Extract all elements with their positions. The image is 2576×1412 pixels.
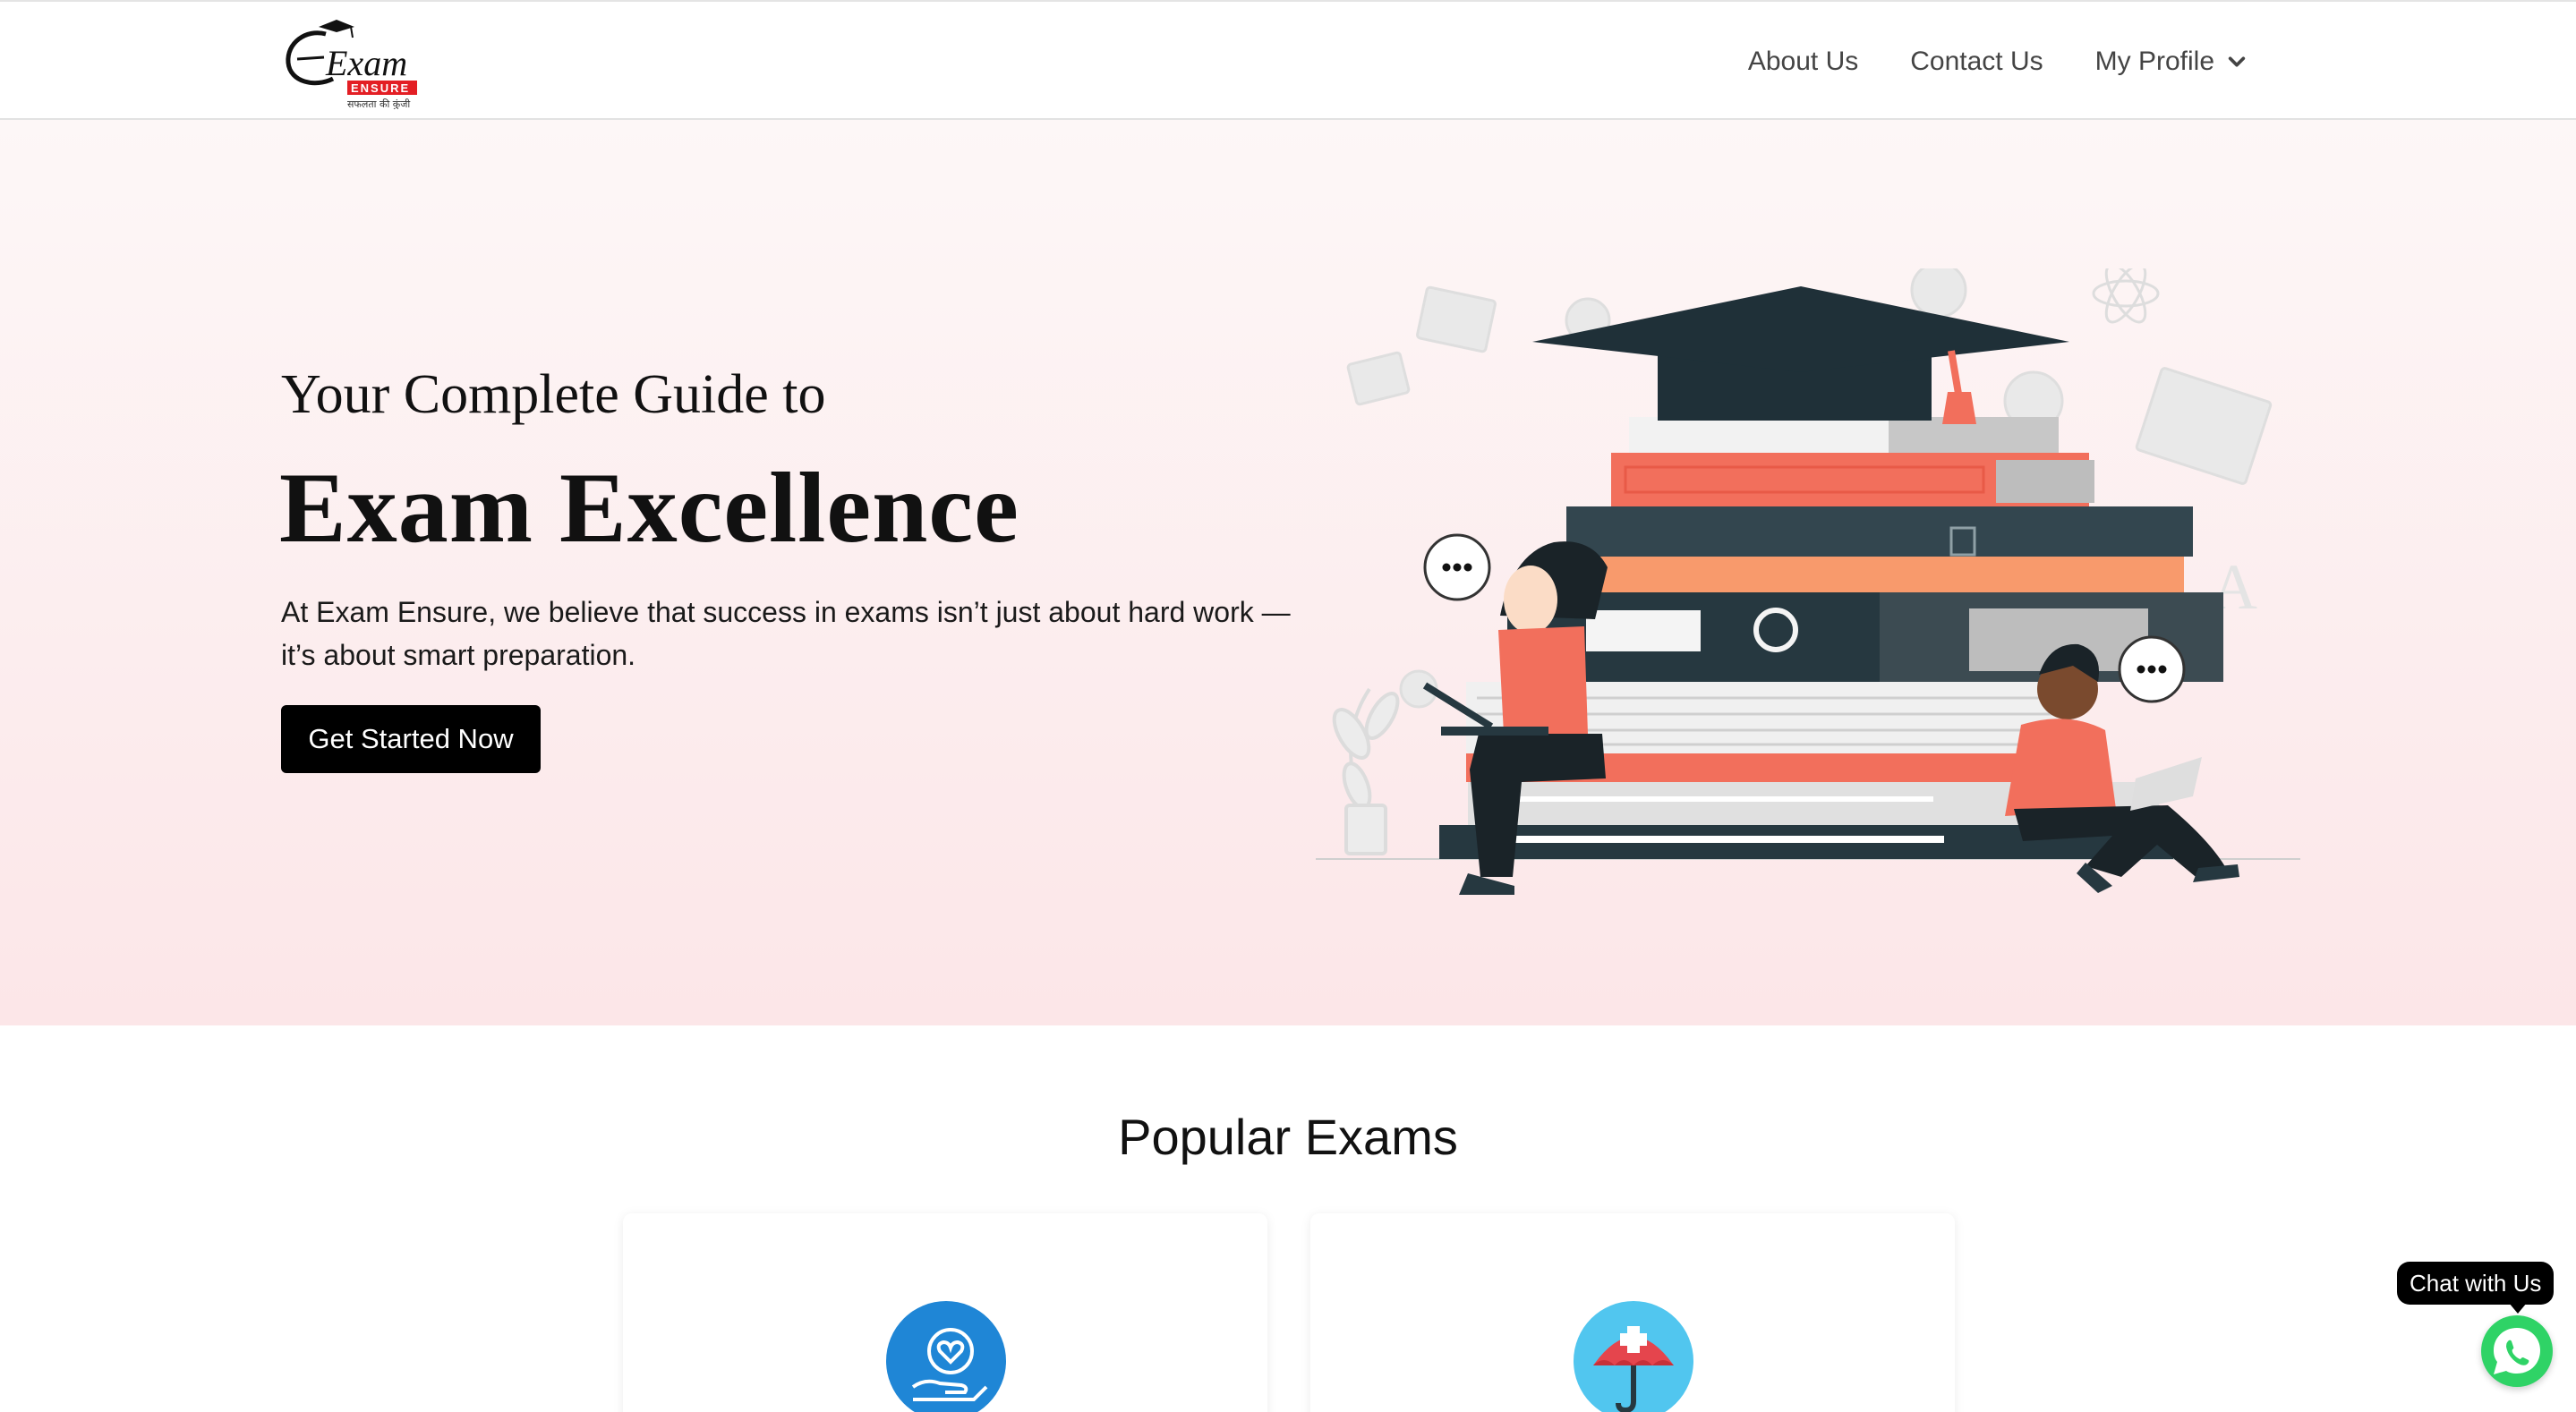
hero-title: Exam Excellence (279, 453, 1019, 564)
svg-text:Exam: Exam (325, 43, 407, 83)
hero-section: Your Complete Guide to Exam Excellence A… (0, 120, 2576, 1025)
nav-contact-us[interactable]: Contact Us (1910, 47, 2043, 77)
umbrella-icon (1574, 1301, 1693, 1412)
popular-exams-title: Popular Exams (1118, 1109, 1458, 1165)
nav-about-us-label: About Us (1747, 47, 1859, 76)
chevron-down-icon (2228, 56, 2246, 67)
whatsapp-chat-button[interactable] (2481, 1315, 2553, 1387)
students-books-illustration: A (1316, 268, 2300, 895)
exam-ensure-logo[interactable]: Exam ENSURE सफलता की कुंजी (279, 16, 419, 110)
hero-description: At Exam Ensure, we believe that success … (281, 596, 1291, 671)
svg-text:ENSURE: ENSURE (351, 81, 410, 95)
chat-tooltip: Chat with Us (2397, 1262, 2555, 1314)
get-started-button[interactable]: Get Started Now (281, 705, 541, 773)
exam-card[interactable] (1310, 1213, 1955, 1412)
site-header: Exam ENSURE सफलता की कुंजी About Us Cont… (0, 0, 2576, 120)
main-nav: About Us Contact Us My Profile (1748, 2, 2247, 122)
nav-my-profile-dropdown[interactable]: My Profile (2095, 47, 2247, 77)
nav-contact-us-label: Contact Us (1910, 47, 2043, 76)
whatsapp-icon (2494, 1328, 2540, 1374)
heart-hand-icon (886, 1301, 1006, 1412)
exam-card[interactable] (623, 1213, 1267, 1412)
nav-about-us[interactable]: About Us (1748, 47, 1858, 77)
svg-text:सफलता की कुंजी: सफलता की कुंजी (347, 98, 410, 109)
hero-subtitle: Your Complete Guide to (281, 364, 826, 425)
nav-my-profile-label: My Profile (2094, 47, 2214, 76)
